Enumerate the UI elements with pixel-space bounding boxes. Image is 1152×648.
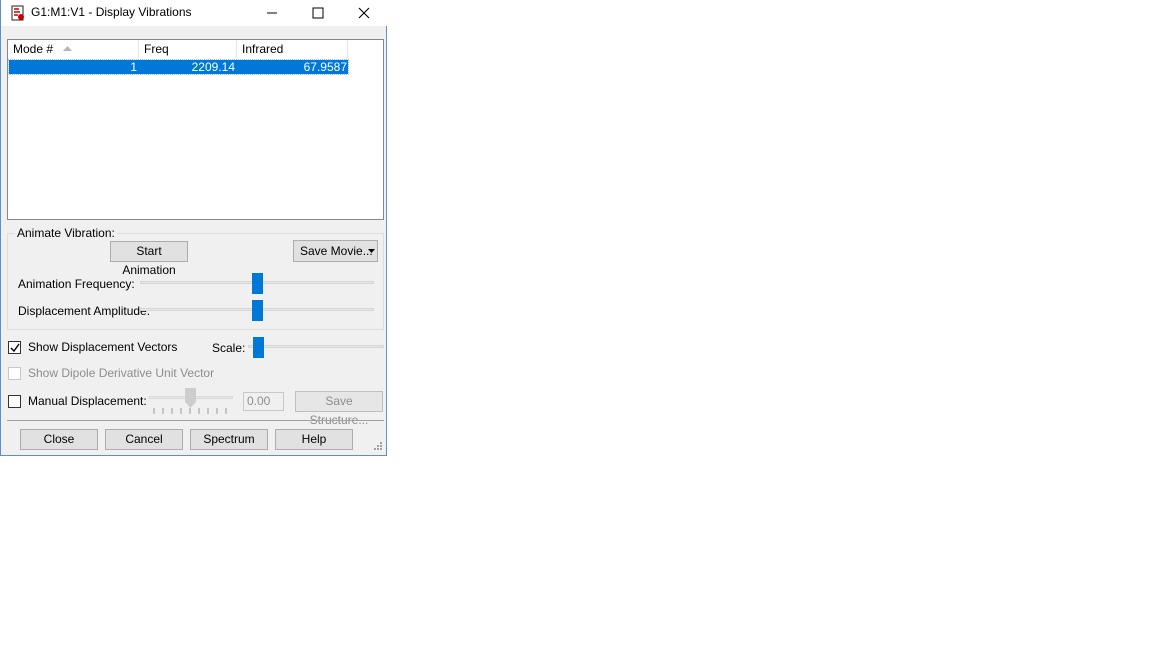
column-header-mode-label: Mode #	[13, 42, 54, 56]
spectrum-button[interactable]: Spectrum	[190, 429, 268, 450]
column-header-freq-label: Freq	[144, 42, 169, 56]
help-button[interactable]: Help	[275, 429, 353, 450]
cell-infrared: 67.9587	[303, 60, 347, 74]
show-dipole-derivative-checkbox[interactable]	[8, 367, 21, 380]
maximize-icon	[312, 7, 324, 19]
dropdown-arrow-icon	[368, 249, 375, 253]
animation-frequency-slider[interactable]	[252, 273, 263, 294]
manual-displacement-slider[interactable]	[149, 388, 235, 418]
manual-displacement-checkbox[interactable]	[8, 395, 21, 408]
cell-freq: 2209.14	[191, 60, 235, 74]
resize-grip-icon[interactable]	[373, 441, 383, 451]
gaussview-app-icon	[11, 5, 24, 21]
scale-track	[248, 345, 384, 348]
close-window-button[interactable]	[341, 0, 387, 26]
scale-slider[interactable]	[253, 337, 264, 358]
list-header: Mode # Freq Infrared	[8, 40, 348, 59]
separator	[7, 420, 384, 421]
table-row[interactable]: 1 2209.14 67.9587	[8, 59, 349, 75]
show-displacement-vectors-label: Show Displacement Vectors	[28, 340, 178, 354]
modes-list[interactable]: Mode # Freq Infrared 1 2209.14 67.9587	[7, 39, 384, 220]
animation-frequency-label: Animation Frequency:	[18, 277, 135, 291]
slider-ticks	[153, 408, 227, 414]
column-header-freq[interactable]: Freq	[139, 40, 237, 58]
minimize-icon	[267, 12, 277, 14]
column-header-infrared-label: Infrared	[242, 42, 284, 56]
display-vibrations-dialog: G1:M1:V1 - Display Vibrations Mode # Fre…	[0, 0, 387, 456]
save-movie-button[interactable]: Save Movie...	[293, 240, 378, 262]
animate-vibration-group-label: Animate Vibration:	[15, 226, 117, 240]
show-displacement-vectors-checkbox[interactable]	[8, 341, 21, 354]
close-icon	[358, 7, 370, 19]
manual-displacement-label: Manual Displacement:	[28, 394, 147, 408]
close-button[interactable]: Close	[20, 429, 98, 450]
displacement-amplitude-label: Displacement Amplitude:	[18, 304, 151, 318]
cancel-button[interactable]: Cancel	[105, 429, 183, 450]
sort-ascending-icon	[63, 46, 72, 51]
minimize-button[interactable]	[249, 0, 295, 26]
save-movie-label: Save Movie...	[300, 244, 373, 258]
maximize-button[interactable]	[295, 0, 341, 26]
start-animation-button[interactable]: Start Animation	[110, 241, 188, 277]
show-dipole-derivative-label: Show Dipole Derivative Unit Vector	[28, 366, 215, 380]
window-title: G1:M1:V1 - Display Vibrations	[31, 5, 192, 19]
manual-displacement-value-field[interactable]: 0.00	[243, 392, 284, 411]
column-header-mode[interactable]: Mode #	[8, 40, 139, 58]
checkmark-icon	[10, 343, 20, 353]
scale-label: Scale:	[212, 341, 246, 355]
slider-thumb-icon	[185, 388, 196, 408]
cell-mode: 1	[130, 60, 137, 74]
column-header-infrared[interactable]: Infrared	[237, 40, 348, 58]
displacement-amplitude-slider[interactable]	[252, 300, 263, 321]
title-bar[interactable]: G1:M1:V1 - Display Vibrations	[1, 0, 387, 26]
save-structure-button[interactable]: Save Structure...	[295, 391, 383, 427]
